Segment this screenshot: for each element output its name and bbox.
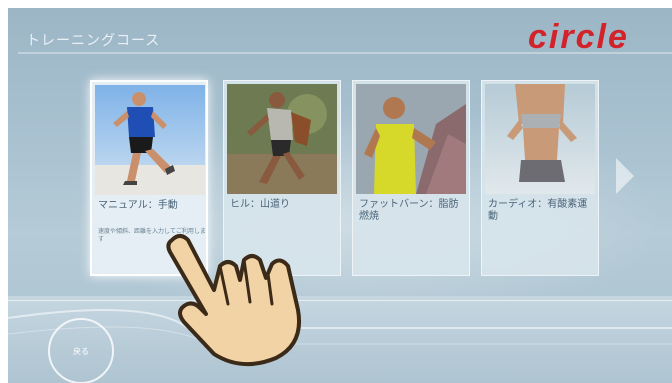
page-title: トレーニングコース bbox=[26, 33, 161, 49]
course-card-fat-burn[interactable]: ファットバーン：脂肪燃焼 bbox=[352, 80, 470, 276]
app-screen: トレーニングコース circle マニュアル：手動 速度や傾斜、距離を入力してご… bbox=[8, 8, 672, 383]
course-name: ヒル：山道り bbox=[230, 199, 290, 210]
course-card-cardio[interactable]: カーディオ：有酸素運動 bbox=[481, 80, 599, 276]
course-name: ファットバーン：脂肪燃焼 bbox=[359, 199, 459, 222]
next-page-arrow-icon[interactable] bbox=[614, 156, 636, 200]
man-running-photo bbox=[356, 84, 466, 194]
runner-photo bbox=[95, 85, 205, 195]
back-button-label: 戻る bbox=[73, 347, 89, 356]
course-name: カーディオ：有酸素運動 bbox=[488, 199, 588, 222]
pointing-hand-icon bbox=[158, 226, 318, 375]
woman-running-photo bbox=[485, 84, 595, 194]
back-button[interactable]: 戻る bbox=[48, 318, 114, 383]
brand-logo: circle bbox=[528, 18, 629, 56]
course-name: マニュアル：手動 bbox=[98, 200, 178, 211]
trail-runner-photo bbox=[227, 84, 337, 194]
